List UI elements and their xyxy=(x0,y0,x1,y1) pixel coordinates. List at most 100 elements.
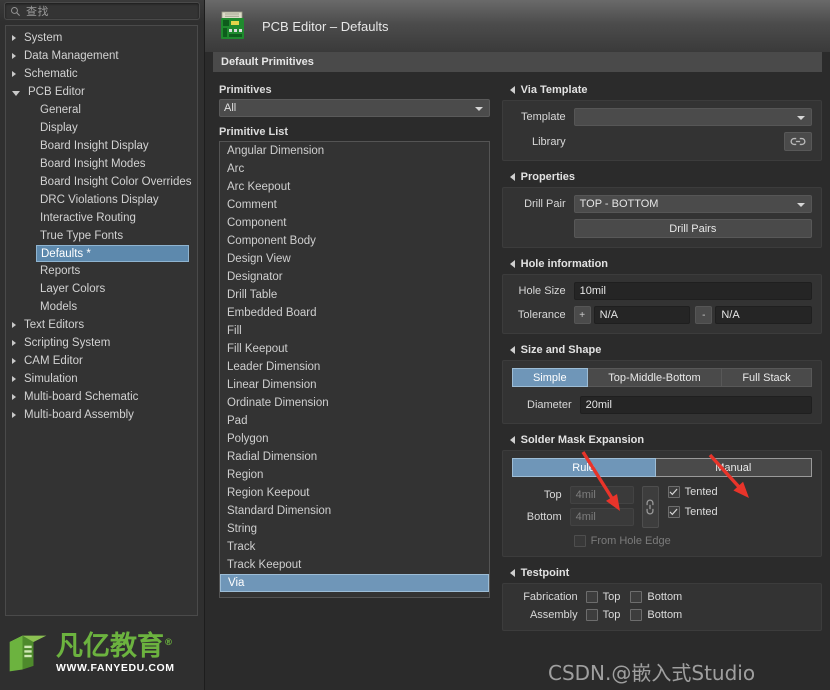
fabrication-bottom-checkbox[interactable] xyxy=(630,591,643,603)
list-item[interactable]: Component xyxy=(220,214,489,232)
list-item[interactable]: Pad xyxy=(220,412,489,430)
library-link-button[interactable] xyxy=(784,132,812,151)
list-item[interactable]: Fill xyxy=(220,322,489,340)
sidebar-item-text-editors[interactable]: Text Editors xyxy=(6,316,197,334)
shape-mode-top-middle-bottom[interactable]: Top-Middle-Bottom xyxy=(587,368,722,387)
smask-top-tented-checkbox[interactable] xyxy=(667,486,680,498)
properties-header[interactable]: Properties xyxy=(509,171,822,183)
via-template-group: Template Library xyxy=(501,100,822,161)
size-and-shape-title: Size and Shape xyxy=(520,344,602,356)
list-item[interactable]: Comment xyxy=(220,196,489,214)
solder-mask-mode-segmented-control[interactable]: Rule Manual xyxy=(511,458,813,477)
list-item[interactable]: Ordinate Dimension xyxy=(220,394,489,412)
primitives-filter-dropdown[interactable]: All xyxy=(219,99,490,117)
sidebar-item-models[interactable]: Models xyxy=(6,298,197,316)
sidebar-item-general[interactable]: General xyxy=(6,101,197,119)
list-item[interactable]: Component Body xyxy=(220,232,489,250)
drill-pair-dropdown[interactable]: TOP - BOTTOM xyxy=(573,195,812,213)
smask-bottom-tented-label: Tented xyxy=(684,506,718,518)
logo-registered-mark: ® xyxy=(164,637,173,648)
collapse-triangle-icon xyxy=(509,346,515,354)
sidebar: 查找 System Data Management Schematic PCB Edi… xyxy=(0,0,205,690)
list-item[interactable]: Standard Dimension xyxy=(220,502,489,520)
collapse-triangle-icon xyxy=(509,86,515,94)
sidebar-item-board-insight-color-overrides[interactable]: Board Insight Color Overrides xyxy=(6,173,197,191)
list-item[interactable]: Arc Keepout xyxy=(220,178,489,196)
sidebar-item-schematic[interactable]: Schematic xyxy=(6,65,197,83)
list-item[interactable]: Leader Dimension xyxy=(220,358,489,376)
tolerance-label: Tolerance xyxy=(517,309,566,321)
tolerance-minus-sign: - xyxy=(695,306,713,324)
shape-mode-simple[interactable]: Simple xyxy=(511,368,588,387)
hole-size-input[interactable]: 10mil xyxy=(573,282,812,300)
list-item[interactable]: Region Keepout xyxy=(220,484,489,502)
list-item[interactable]: Polygon xyxy=(220,430,489,448)
from-hole-edge-checkbox[interactable] xyxy=(573,535,586,547)
sidebar-item-cam-editor[interactable]: CAM Editor xyxy=(6,352,197,370)
sidebar-item-pcb-editor[interactable]: PCB Editor xyxy=(6,83,197,101)
list-item[interactable]: Region xyxy=(220,466,489,484)
tolerance-minus-value: N/A xyxy=(721,309,740,321)
list-item[interactable]: Radial Dimension xyxy=(220,448,489,466)
assembly-bottom-checkbox[interactable] xyxy=(630,609,643,621)
list-item[interactable]: Design View xyxy=(220,250,489,268)
sidebar-item-interactive-routing[interactable]: Interactive Routing xyxy=(6,209,197,227)
list-item[interactable]: String xyxy=(220,520,489,538)
diameter-input[interactable]: 20mil xyxy=(579,396,812,414)
solder-mask-mode-rule[interactable]: Rule xyxy=(511,458,656,477)
list-item[interactable]: Angular Dimension xyxy=(220,142,489,160)
sidebar-item-board-insight-display[interactable]: Board Insight Display xyxy=(6,137,197,155)
sidebar-item-label: Data Management xyxy=(24,50,119,62)
list-item[interactable]: Fill Keepout xyxy=(220,340,489,358)
primitive-list[interactable]: Angular Dimension Arc Arc Keepout Comment Co… xyxy=(219,141,490,598)
list-item[interactable]: Via xyxy=(220,574,489,592)
list-item[interactable]: Track xyxy=(220,538,489,556)
list-item[interactable]: Track Keepout xyxy=(220,556,489,574)
tolerance-plus-input[interactable]: N/A xyxy=(593,306,691,324)
solder-mask-mode-manual[interactable]: Manual xyxy=(655,458,813,477)
solder-mask-expansion-header[interactable]: Solder Mask Expansion xyxy=(509,434,822,446)
testpoint-header[interactable]: Testpoint xyxy=(509,567,822,579)
sidebar-item-defaults[interactable]: Defaults * xyxy=(36,245,189,262)
sidebar-item-scripting-system[interactable]: Scripting System xyxy=(6,334,197,352)
hole-information-header[interactable]: Hole information xyxy=(509,258,822,270)
list-item[interactable]: Linear Dimension xyxy=(220,376,489,394)
list-item[interactable]: Drill Table xyxy=(220,286,489,304)
sidebar-item-reports[interactable]: Reports xyxy=(6,262,197,280)
sidebar-item-multi-board-assembly[interactable]: Multi-board Assembly xyxy=(6,406,197,424)
sidebar-item-data-management[interactable]: Data Management xyxy=(6,47,197,65)
size-and-shape-header[interactable]: Size and Shape xyxy=(509,344,822,356)
via-template-header[interactable]: Via Template xyxy=(509,84,822,96)
shape-mode-full-stack[interactable]: Full Stack xyxy=(721,368,812,387)
sidebar-item-label: General xyxy=(40,104,81,116)
smask-bottom-tented-checkbox[interactable] xyxy=(667,506,680,518)
list-item[interactable]: Embedded Board xyxy=(220,304,489,322)
sidebar-item-true-type-fonts[interactable]: True Type Fonts xyxy=(6,227,197,245)
sidebar-item-drc-violations-display[interactable]: DRC Violations Display xyxy=(6,191,197,209)
tolerance-minus-input[interactable]: N/A xyxy=(715,306,812,324)
sidebar-item-system[interactable]: System xyxy=(6,29,197,47)
list-item[interactable]: Designator xyxy=(220,268,489,286)
sidebar-item-layer-colors[interactable]: Layer Colors xyxy=(6,280,197,298)
template-dropdown[interactable] xyxy=(573,108,812,126)
list-item[interactable]: Arc xyxy=(220,160,489,178)
library-label: Library xyxy=(532,135,566,148)
drill-pairs-button[interactable]: Drill Pairs xyxy=(573,219,812,238)
sidebar-item-label: Display xyxy=(40,122,78,134)
size-and-shape-group: Simple Top-Middle-Bottom Full Stack Diamet… xyxy=(501,360,822,424)
assembly-top-checkbox[interactable] xyxy=(585,609,598,621)
sidebar-item-display[interactable]: Display xyxy=(6,119,197,137)
smask-top-input[interactable]: 4mil xyxy=(569,486,634,504)
fabrication-top-checkbox[interactable] xyxy=(585,591,598,603)
sidebar-item-multi-board-schematic[interactable]: Multi-board Schematic xyxy=(6,388,197,406)
title-bar: PCB Editor – Defaults xyxy=(205,0,830,52)
shape-mode-segmented-control[interactable]: Simple Top-Middle-Bottom Full Stack xyxy=(511,368,812,387)
smask-bottom-value: 4mil xyxy=(575,511,596,523)
pcb-board-icon xyxy=(221,11,244,39)
sidebar-item-board-insight-modes[interactable]: Board Insight Modes xyxy=(6,155,197,173)
smask-link-button[interactable] xyxy=(641,486,659,528)
testpoint-group: Fabrication Top Bottom Assembly Top Bott xyxy=(501,583,822,631)
search-input[interactable]: 查找 xyxy=(4,2,200,20)
sidebar-item-simulation[interactable]: Simulation xyxy=(6,370,197,388)
smask-bottom-input[interactable]: 4mil xyxy=(569,508,634,526)
